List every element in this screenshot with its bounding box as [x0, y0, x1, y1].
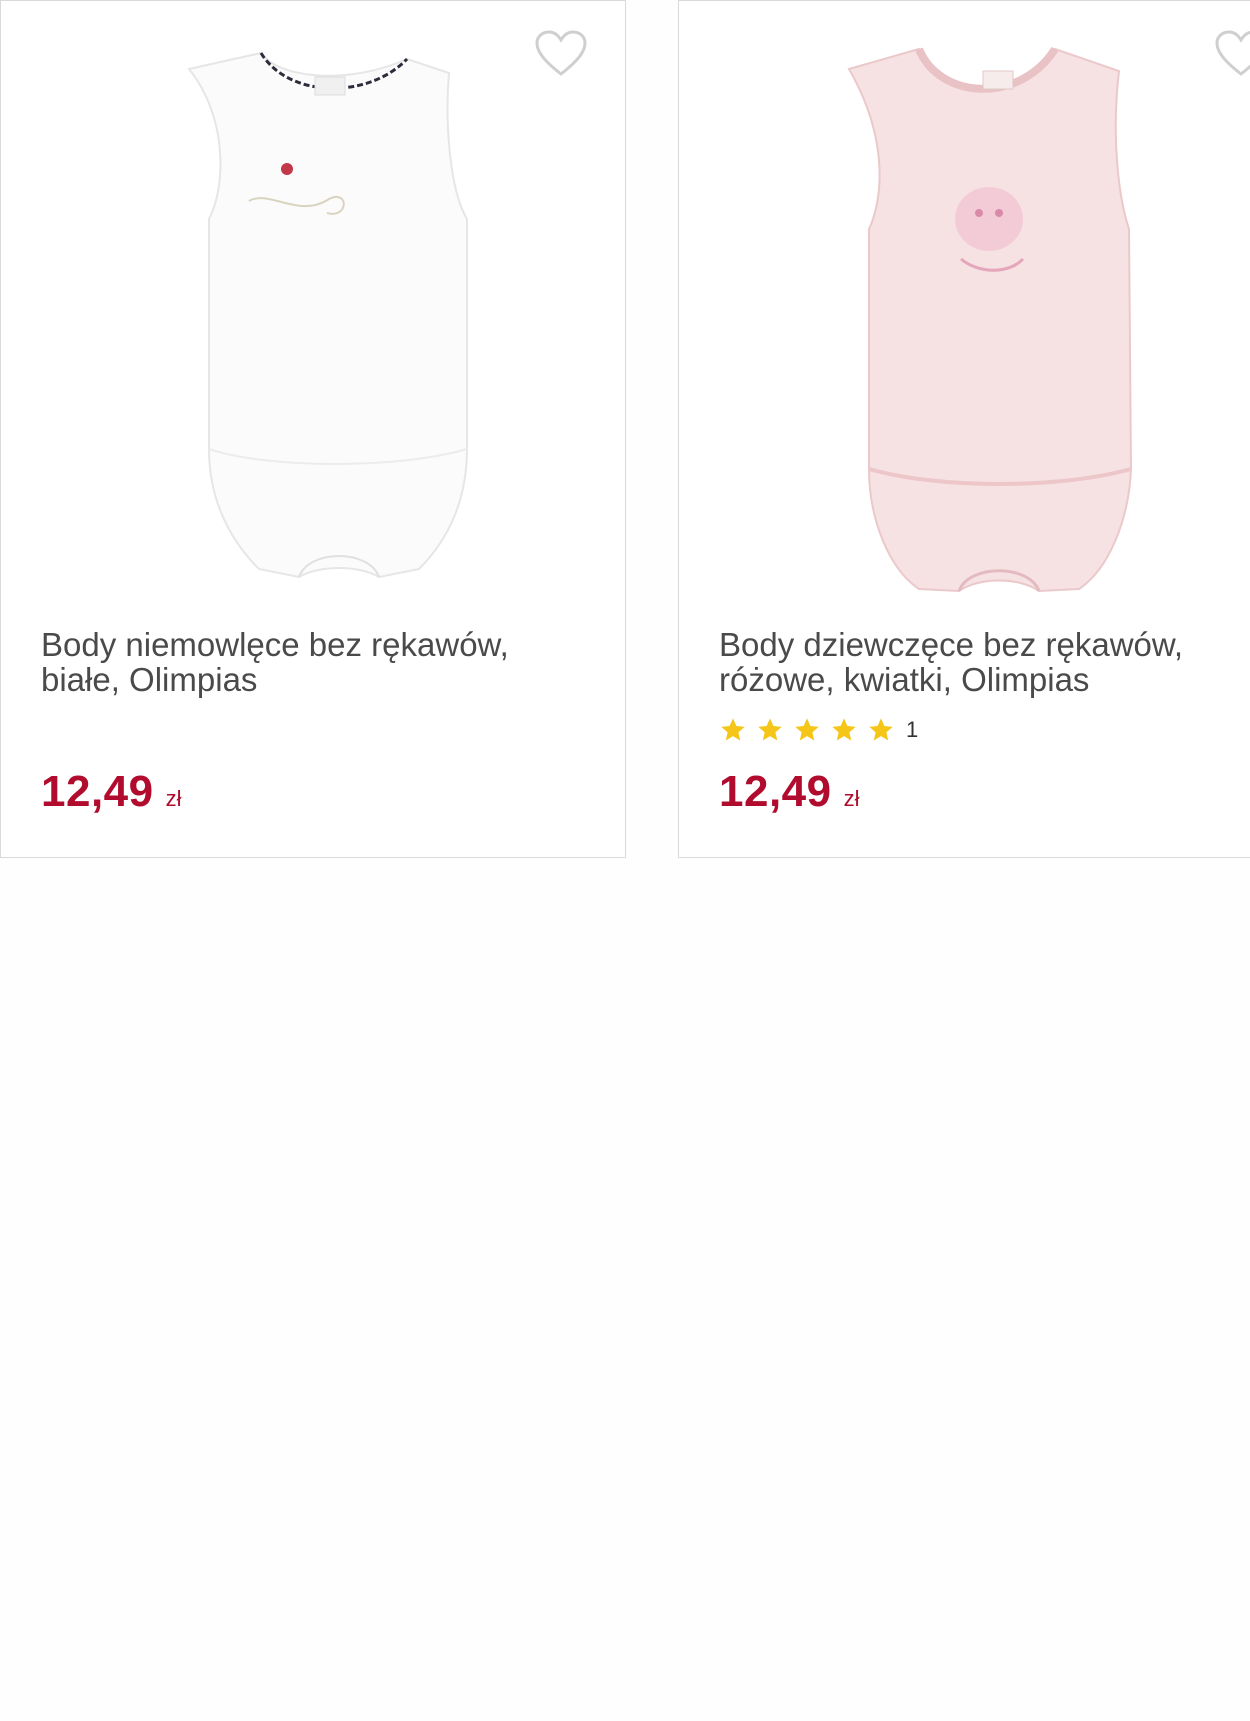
product-card[interactable]: Body dziewczęce bez rękawów, różowe, kwi… — [678, 0, 1250, 858]
product-grid: Body niemowlęce bez rękawów, białe, Olim… — [0, 0, 1250, 860]
rating-count: 1 — [906, 717, 919, 742]
heart-outline-icon[interactable] — [1213, 29, 1250, 79]
star-icon — [721, 718, 745, 741]
product-image[interactable] — [149, 29, 509, 599]
price-currency: zł — [843, 786, 860, 811]
price-amount: 12,49 — [41, 767, 154, 816]
product-title[interactable]: Body niemowlęce bez rękawów, białe, Olim… — [41, 627, 581, 697]
product-card[interactable]: Body niemowlęce bez rękawów, białe, Olim… — [0, 0, 626, 858]
star-icon — [869, 718, 893, 741]
price-amount: 12,49 — [719, 767, 832, 816]
product-rating: 1 — [719, 715, 918, 745]
price-currency: zł — [165, 786, 182, 811]
heart-outline-icon[interactable] — [533, 29, 589, 79]
product-title[interactable]: Body dziewczęce bez rękawów, różowe, kwi… — [719, 627, 1250, 697]
product-image[interactable] — [819, 29, 1179, 599]
product-price: 12,49 zł — [41, 767, 182, 817]
star-icon — [795, 718, 819, 741]
star-icon — [832, 718, 856, 741]
star-icon — [758, 718, 782, 741]
product-price: 12,49 zł — [719, 767, 860, 817]
